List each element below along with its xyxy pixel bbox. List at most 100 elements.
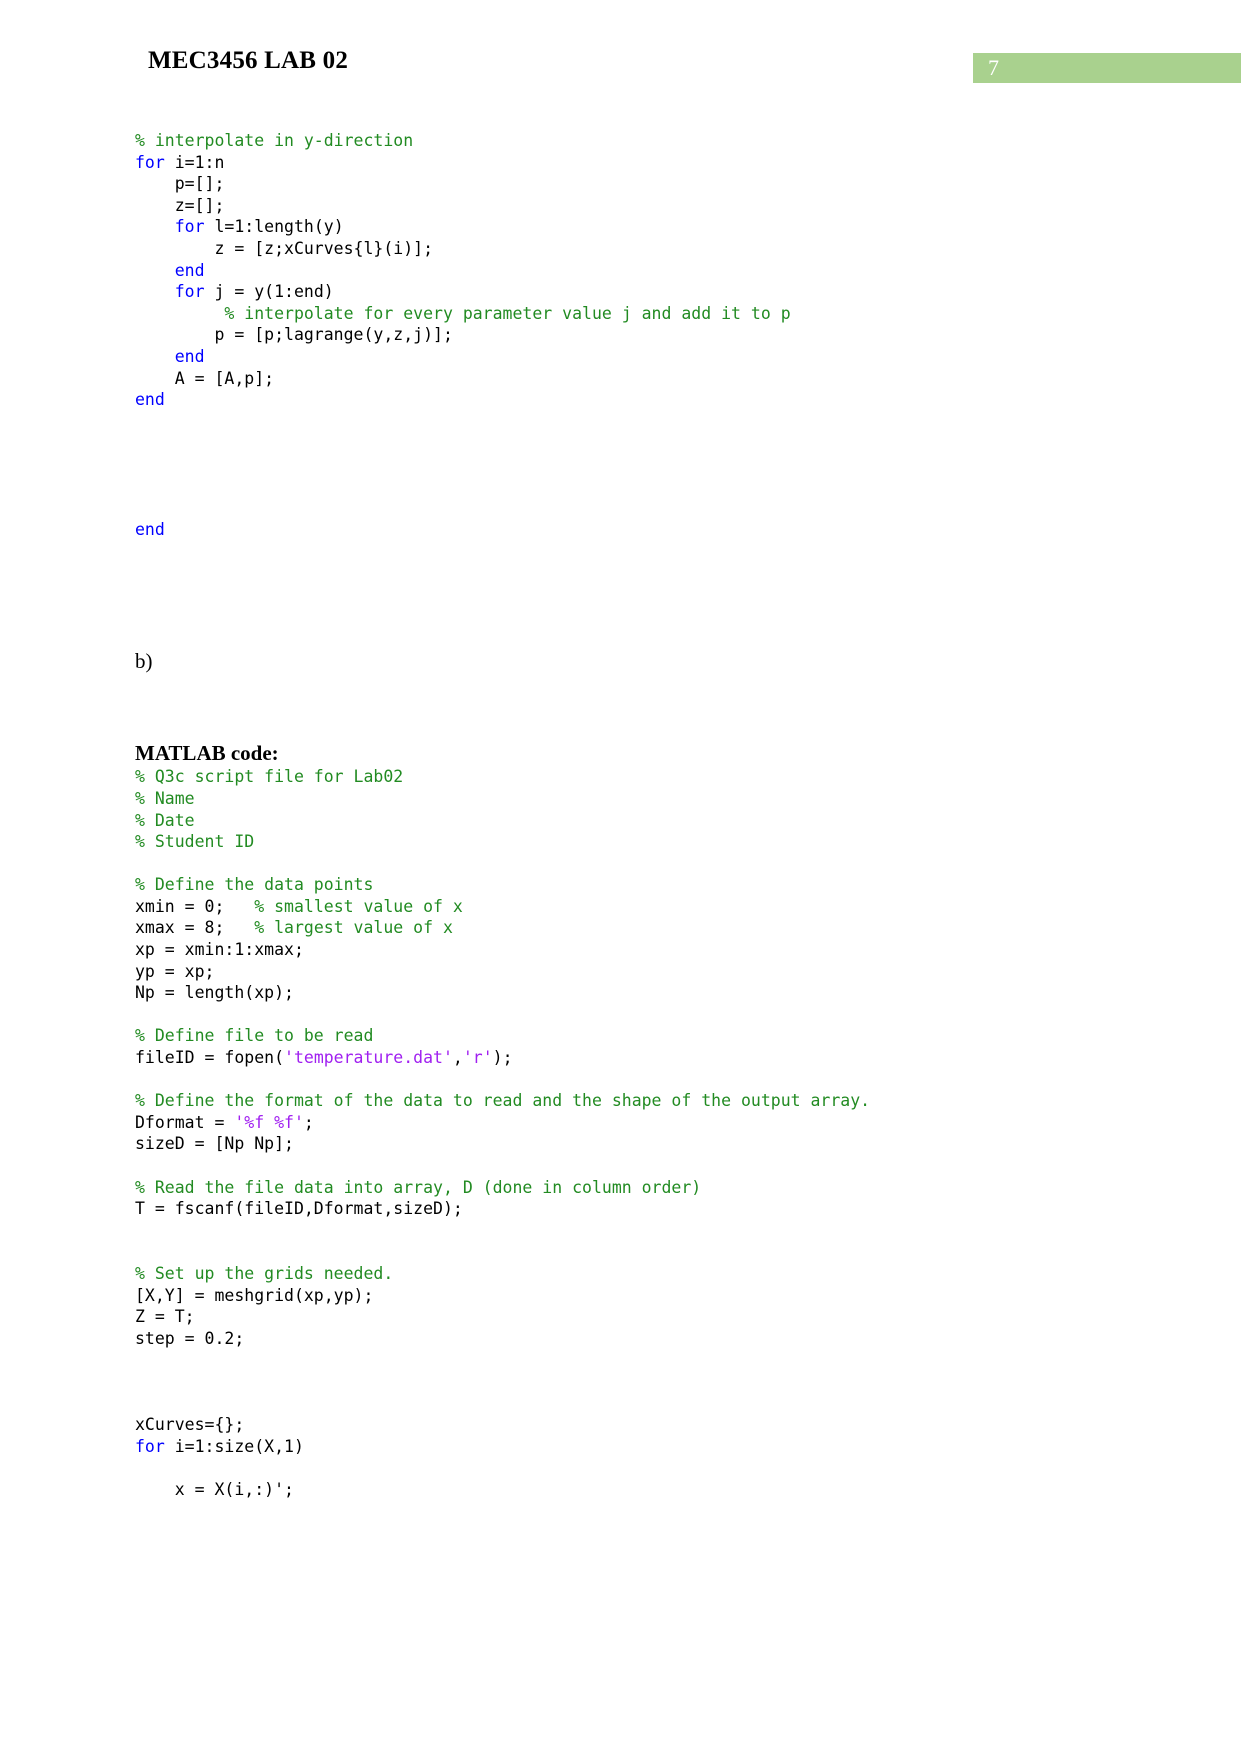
page-content: % interpolate in y-direction for i=1:n p=… — [135, 130, 1175, 1501]
code-token: step = 0.2; — [135, 1328, 245, 1348]
code-token: end — [174, 346, 205, 366]
code-token: sizeD = [Np Np]; — [135, 1134, 294, 1154]
code-line: % Define the data points — [135, 874, 1175, 896]
code-line: z=[]; — [135, 195, 1175, 217]
code-token: Np = length(xp); — [135, 983, 294, 1003]
code-token: , — [452, 1048, 463, 1068]
page-number-band — [973, 53, 1241, 83]
code-token: % interpolate for every parameter value … — [135, 303, 791, 323]
code-line: % interpolate in y-direction — [135, 130, 1175, 152]
code-token: A = [A,p]; — [135, 368, 275, 388]
code-token: % Date — [135, 810, 195, 830]
code-token: % Name — [135, 788, 195, 808]
section-label-b: b) — [135, 649, 153, 674]
code-token: i=1:n — [164, 152, 225, 172]
code-line: % interpolate for every parameter value … — [135, 303, 1175, 325]
code-line: for j = y(1:end) — [135, 281, 1175, 303]
code-token: % Set up the grids needed. — [135, 1263, 394, 1283]
code-line: xCurves={}; — [135, 1414, 1175, 1436]
code-line: z = [z;xCurves{l}(i)]; — [135, 238, 1175, 260]
code-line: Z = T; — [135, 1306, 1175, 1328]
matlab-code-heading: MATLAB code: — [135, 741, 279, 766]
code-token: ; — [303, 1112, 314, 1132]
code-token: l=1:length(y) — [204, 217, 344, 237]
code-token: for — [135, 152, 165, 172]
code-token: for — [174, 217, 205, 237]
code-line: end — [135, 389, 1175, 411]
code-token: j = y(1:end) — [204, 282, 334, 302]
code-line: xmax = 8; % largest value of x — [135, 917, 1175, 939]
code-line: % Define file to be read — [135, 1025, 1175, 1047]
code-token: % Student ID — [135, 832, 255, 852]
code-line: for l=1:length(y) — [135, 216, 1175, 238]
code-token: % Define the data points — [135, 875, 374, 895]
page-title: MEC3456 LAB 02 — [148, 47, 349, 74]
code-token: Dformat = — [135, 1112, 235, 1132]
code-line: % Read the file data into array, D (done… — [135, 1177, 1175, 1199]
code-token: for — [174, 282, 205, 302]
code-token: % Q3c script file for Lab02 — [135, 767, 404, 787]
code-block-interpolate-y: % interpolate in y-direction for i=1:n p=… — [135, 130, 1175, 411]
code-token: z=[]; — [135, 195, 225, 215]
code-token: p = [p;lagrange(y,z,j)]; — [135, 325, 453, 345]
code-token: fileID = fopen( — [135, 1048, 285, 1068]
code-token: % Define file to be read — [135, 1026, 374, 1046]
code-token: p=[]; — [135, 174, 225, 194]
code-line: % Q3c script file for Lab02 — [135, 766, 1175, 788]
code-line: % Name — [135, 788, 1175, 810]
page-number: 7 — [988, 55, 999, 80]
code-line: x = X(i,:)'; — [135, 1479, 1175, 1501]
code-token: for — [135, 1436, 165, 1456]
code-line: % Student ID — [135, 831, 1175, 853]
code-token: % largest value of x — [254, 918, 453, 938]
code-token: 'temperature.dat' — [284, 1048, 453, 1068]
code-line: yp = xp; — [135, 961, 1175, 983]
code-line: A = [A,p]; — [135, 368, 1175, 390]
code-line: % Define the format of the data to read … — [135, 1090, 1175, 1112]
code-token: end — [174, 260, 205, 280]
code-line: end — [135, 519, 1175, 541]
code-token: z = [z;xCurves{l}(i)]; — [135, 238, 434, 258]
code-token: xmax = 8; — [135, 918, 255, 938]
code-line: [X,Y] = meshgrid(xp,yp); — [135, 1285, 1175, 1307]
code-line: xmin = 0; % smallest value of x — [135, 896, 1175, 918]
code-token: ); — [492, 1048, 513, 1068]
code-token: % Define the format of the data to read … — [135, 1091, 871, 1111]
code-token: [X,Y] = meshgrid(xp,yp); — [135, 1285, 374, 1305]
code-token: xmin = 0; — [135, 896, 255, 916]
code-line: for i=1:size(X,1) — [135, 1436, 1175, 1458]
code-block-q3c-script: % Q3c script file for Lab02% Name% Date%… — [135, 766, 1175, 1500]
code-token: % Read the file data into array, D (done… — [135, 1177, 702, 1197]
code-line: % Set up the grids needed. — [135, 1263, 1175, 1285]
code-line: % Date — [135, 810, 1175, 832]
code-token: xp = xmin:1:xmax; — [135, 940, 304, 960]
code-token: end — [135, 390, 165, 410]
code-token: '%f %f' — [234, 1112, 304, 1132]
code-line: fileID = fopen('temperature.dat','r'); — [135, 1047, 1175, 1069]
code-token: xCurves={}; — [135, 1415, 245, 1435]
code-token: x = X(i,:)'; — [135, 1479, 294, 1499]
code-token: yp = xp; — [135, 961, 215, 981]
code-token: % smallest value of x — [254, 896, 463, 916]
code-line: end — [135, 346, 1175, 368]
code-token: i=1:size(X,1) — [164, 1436, 304, 1456]
code-line: end — [135, 260, 1175, 282]
document-page: MEC3456 LAB 02 7 % interpolate in y-dire… — [0, 0, 1241, 1754]
code-token: % interpolate in y-direction — [135, 131, 414, 150]
code-line: for i=1:n — [135, 152, 1175, 174]
code-line: xp = xmin:1:xmax; — [135, 939, 1175, 961]
